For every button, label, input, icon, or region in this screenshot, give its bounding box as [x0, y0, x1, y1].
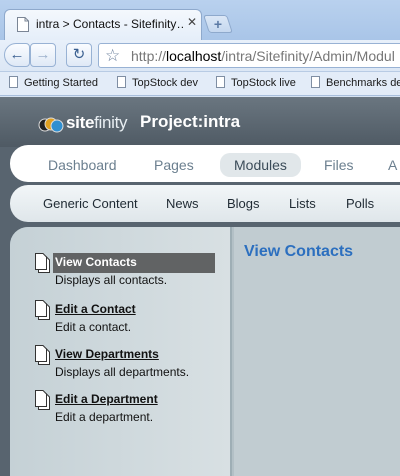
content-area: View Contacts Displays all contacts. Edi…: [10, 227, 400, 476]
nav-dashboard[interactable]: Dashboard: [48, 153, 117, 177]
subnav-lists[interactable]: Lists: [289, 196, 316, 211]
command-description: Displays all contacts.: [55, 273, 168, 287]
browser-tab-strip: intra > Contacts - Sitefinity… ✕ +: [0, 0, 400, 40]
bookmark-label: TopStock dev: [132, 77, 199, 89]
nav-files[interactable]: Files: [324, 153, 354, 177]
document-icon: [35, 300, 50, 320]
page-icon: [9, 76, 18, 88]
command-link[interactable]: View Departments: [55, 347, 159, 361]
bookmark-label: Getting Started: [24, 77, 98, 89]
bookmark-getting-started[interactable]: Getting Started: [9, 76, 98, 89]
reload-button[interactable]: ↻: [66, 43, 92, 67]
subnav-news[interactable]: News: [166, 196, 199, 211]
bookmark-topstock-live[interactable]: TopStock live: [216, 76, 296, 89]
command-description: Displays all departments.: [55, 365, 190, 379]
main-nav: Dashboard Pages Modules Files A: [10, 145, 400, 182]
nav-modules[interactable]: Modules: [220, 153, 301, 177]
back-button[interactable]: ←: [4, 43, 30, 67]
close-icon[interactable]: ✕: [185, 15, 199, 29]
browser-toolbar: ← → ↻ ☆ http://localhost/intra/Sitefinit…: [0, 40, 400, 72]
page-icon: [216, 76, 225, 88]
page-icon: [117, 76, 126, 88]
page-icon: [17, 17, 29, 32]
forward-button[interactable]: →: [30, 43, 56, 67]
document-icon: [35, 390, 50, 410]
url-text: http://localhost/intra/Sitefinity/Admin/…: [131, 48, 395, 64]
bookmark-label: Benchmarks de: [326, 77, 400, 89]
arrow-right-icon: →: [35, 46, 51, 63]
subnav-blogs[interactable]: Blogs: [227, 196, 260, 211]
plus-icon: +: [213, 16, 223, 32]
bookmark-benchmarks[interactable]: Benchmarks de: [311, 76, 400, 89]
url-host: localhost: [166, 48, 222, 64]
browser-tab[interactable]: intra > Contacts - Sitefinity… ✕: [4, 9, 202, 40]
logo-text: sitefinity: [66, 113, 128, 133]
bookmark-topstock-dev[interactable]: TopStock dev: [117, 76, 198, 89]
nav-pages[interactable]: Pages: [154, 153, 194, 177]
command-description: Edit a contact.: [55, 320, 132, 334]
sitefinity-admin-page: sitefinity Project:intra Dashboard Pages…: [0, 97, 400, 476]
bookmark-label: TopStock live: [231, 77, 296, 89]
new-tab-button[interactable]: +: [203, 15, 233, 33]
bookmarks-bar: Getting Started TopStock dev TopStock li…: [0, 72, 400, 96]
command-link[interactable]: Edit a Department: [55, 392, 158, 406]
arrow-left-icon: ←: [9, 46, 25, 63]
sitefinity-logo-icon: [38, 117, 64, 133]
app-header: sitefinity Project:intra: [0, 97, 400, 147]
document-icon: [35, 253, 50, 273]
reload-icon: ↻: [72, 46, 86, 63]
command-link[interactable]: View Contacts: [55, 255, 137, 269]
address-bar[interactable]: ☆ http://localhost/intra/Sitefinity/Admi…: [98, 43, 400, 68]
logo-text-finity: finity: [94, 113, 128, 132]
star-icon[interactable]: ☆: [105, 46, 120, 65]
subnav-generic-content[interactable]: Generic Content: [43, 196, 138, 211]
command-panel: View Contacts Displays all contacts. Edi…: [10, 227, 232, 476]
view-title: View Contacts: [244, 243, 354, 260]
url-prefix: http://: [131, 48, 167, 64]
subnav-polls[interactable]: Polls: [346, 196, 374, 211]
document-icon: [35, 345, 50, 365]
logo-text-site: site: [66, 113, 95, 132]
url-path: /intra/Sitefinity/Admin/Modul: [221, 48, 395, 64]
page-icon: [311, 76, 320, 88]
nav-more[interactable]: A: [388, 153, 397, 177]
view-panel: View Contacts: [234, 227, 400, 476]
project-title: Project:intra: [140, 112, 241, 131]
module-subnav: Generic Content News Blogs Lists Polls: [10, 185, 400, 222]
command-description: Edit a department.: [55, 410, 154, 424]
command-link[interactable]: Edit a Contact: [55, 302, 136, 316]
tab-title: intra > Contacts - Sitefinity…: [36, 17, 184, 31]
